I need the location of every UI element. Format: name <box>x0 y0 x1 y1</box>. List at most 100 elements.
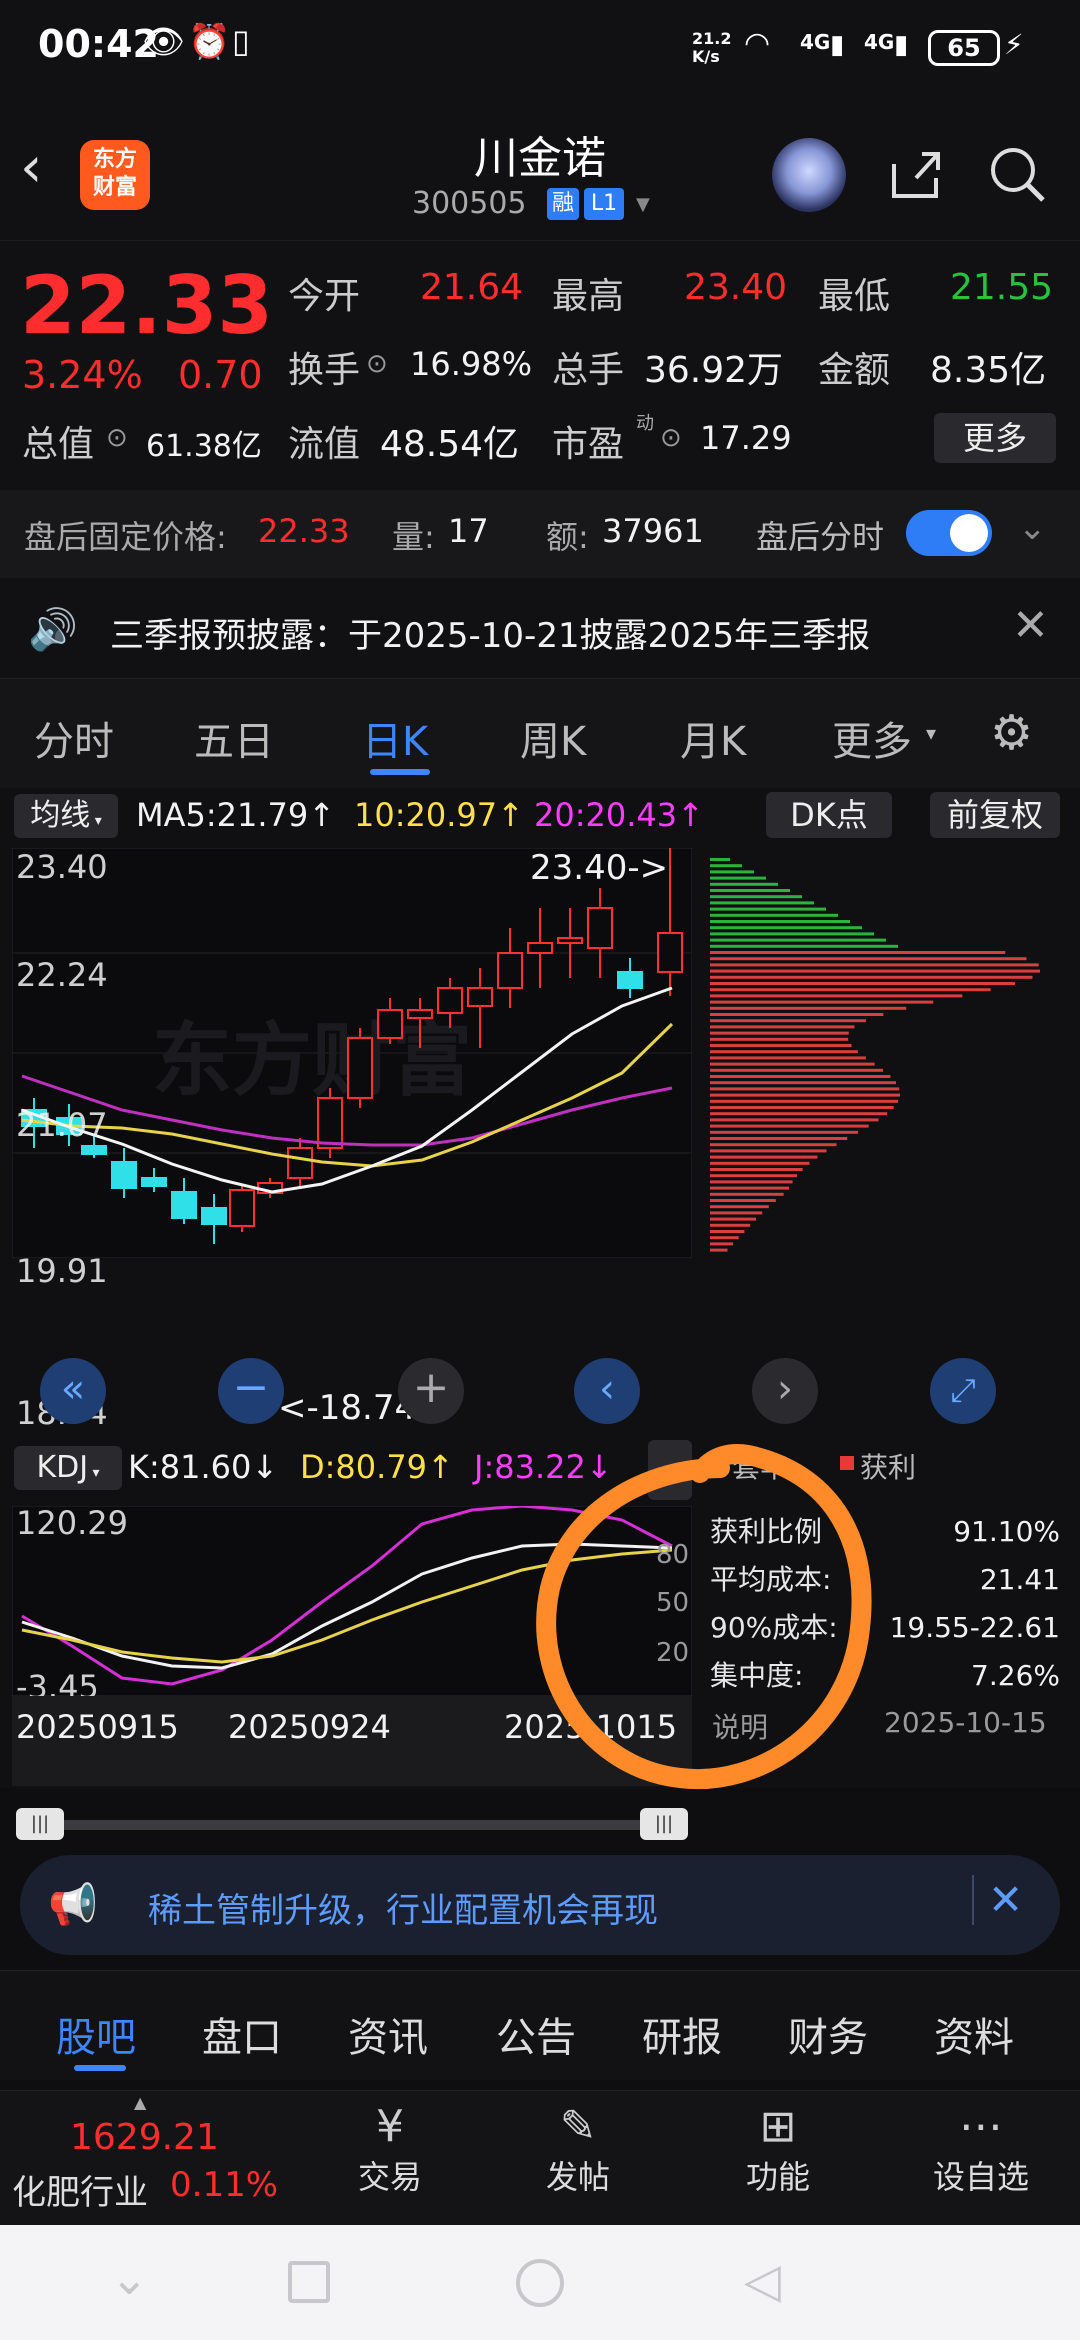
chip-bar <box>710 1155 818 1159</box>
tab-finance[interactable]: 财务 <box>788 2005 868 2063</box>
back-triangle-icon[interactable]: ◁ <box>744 2253 781 2309</box>
tab-forum[interactable]: 股吧 <box>56 2005 136 2063</box>
candle-body <box>527 942 553 954</box>
high-value: 23.40 <box>684 267 788 308</box>
share-icon[interactable] <box>886 144 946 204</box>
info-icon[interactable]: ⊙ <box>106 423 128 453</box>
tab-announcements[interactable]: 公告 <box>496 2005 576 2063</box>
x-label-2: 20250924 <box>228 1708 391 1746</box>
candle-body <box>617 971 643 989</box>
candle-body <box>497 952 523 989</box>
promo-banner[interactable]: 📢 稀土管制升级，行业配置机会再现 ✕ <box>20 1855 1060 1955</box>
chip-date: 2025-10-15 <box>884 1706 1047 1739</box>
notice-bar[interactable]: 🔊 三季报预披露：于2025-10-21披露2025年三季报 ✕ <box>0 578 1080 678</box>
chip-stat-value: 19.55-22.61 <box>889 1611 1060 1644</box>
gear-icon[interactable]: ⚙ <box>990 705 1033 761</box>
chip-bar <box>710 969 1040 973</box>
chevron-down-icon[interactable]: ⌄ <box>1018 508 1047 548</box>
kdj-d-value: D:80.79↑ <box>300 1448 454 1486</box>
tab-order-book[interactable]: 盘口 <box>202 2005 282 2063</box>
promo-text: 稀土管制升级，行业配置机会再现 <box>148 1891 658 1931</box>
chip-bar <box>710 1118 879 1122</box>
chip-bar <box>710 982 1015 985</box>
zoom-out-icon[interactable]: − <box>218 1358 284 1424</box>
candle-body <box>317 1097 343 1149</box>
content-tabs: 股吧 盘口 资讯 公告 研报 财务 资料 <box>0 1970 1080 2080</box>
ma-selector[interactable]: 均线 ▾ <box>14 794 118 838</box>
tab-monthly-k[interactable]: 月K <box>680 709 746 767</box>
y-label-top: 23.40 <box>16 848 108 886</box>
range-handle-left[interactable]: ||| <box>16 1808 64 1840</box>
divider <box>972 1875 974 1925</box>
stock-name: 川金诺 <box>474 133 606 184</box>
close-icon[interactable]: ✕ <box>988 1875 1023 1924</box>
chip-bar <box>710 951 1006 954</box>
chip-bar <box>710 1161 810 1165</box>
open-label: 今开 <box>288 276 361 317</box>
home-icon[interactable] <box>516 2259 564 2307</box>
chip-bar <box>710 1081 896 1085</box>
tab-weekly-k[interactable]: 周K <box>520 709 586 767</box>
adjust-mode-button[interactable]: 前复权 <box>930 792 1060 838</box>
signal-1-label: 4G <box>800 30 831 54</box>
tab-indicator <box>370 769 430 775</box>
scroll-left-fast-icon[interactable]: « <box>40 1358 106 1424</box>
edit-icon: ✎ <box>559 2101 597 2152</box>
trade-button[interactable]: ¥ 交易 <box>330 2101 450 2198</box>
scroll-left-icon[interactable]: ‹ <box>574 1358 640 1424</box>
dk-point-button[interactable]: DK点 <box>766 792 892 838</box>
search-icon[interactable] <box>985 142 1049 206</box>
after-timeshare-toggle[interactable] <box>906 510 992 556</box>
after-price-label: 盘后固定价格: <box>24 518 227 556</box>
tab-research[interactable]: 研报 <box>642 2005 722 2063</box>
candle-body <box>201 1207 227 1225</box>
fullscreen-icon[interactable]: ⤢ <box>930 1358 996 1424</box>
chip-bar <box>710 1205 769 1209</box>
turnover-label: 换手 <box>288 350 361 391</box>
chip-bar <box>710 864 742 868</box>
app-logo[interactable]: 东方 财富 <box>80 140 150 210</box>
robot-assistant-icon[interactable] <box>772 138 846 212</box>
after-timeshare-label: 盘后分时 <box>756 518 885 556</box>
candle-body <box>229 1189 255 1227</box>
tab-more[interactable]: 更多 <box>832 709 912 767</box>
charging-icon: ⚡ <box>1004 28 1024 61</box>
close-icon[interactable]: ✕ <box>1012 600 1049 651</box>
candle-body <box>347 1037 373 1099</box>
caret-up-icon: ▲ <box>134 2093 147 2112</box>
watermark: 东方财富 <box>152 1016 472 1105</box>
amount-label: 金额 <box>818 350 891 391</box>
info-icon[interactable]: ⊙ <box>366 349 388 379</box>
chevron-down-icon[interactable]: ⌄ <box>110 2251 149 2305</box>
back-icon[interactable]: ‹ <box>20 140 42 196</box>
chip-stat-value: 21.41 <box>979 1563 1060 1596</box>
add-watchlist-button[interactable]: ⋯ 设自选 <box>916 2101 1046 2198</box>
dropdown-icon[interactable]: ▼ <box>636 194 650 215</box>
chip-bar <box>710 1223 751 1227</box>
scroll-right-icon[interactable]: › <box>752 1358 818 1424</box>
tab-news[interactable]: 资讯 <box>348 2005 428 2063</box>
chip-bar <box>710 963 1039 967</box>
tab-daily-k[interactable]: 日K <box>362 709 428 767</box>
functions-button[interactable]: ⊞ 功能 <box>718 2101 838 2198</box>
tab-five-day[interactable]: 五日 <box>194 709 274 767</box>
chip-bar <box>710 1130 859 1134</box>
chip-bar <box>710 1056 866 1060</box>
post-button[interactable]: ✎ 发帖 <box>518 2101 638 2198</box>
chip-bar <box>710 1106 894 1109</box>
zoom-in-icon[interactable]: + <box>398 1358 464 1424</box>
chip-bar <box>710 907 826 911</box>
recents-icon[interactable] <box>288 2261 330 2303</box>
alarm-icon: ⏰ <box>188 22 231 62</box>
kline-chart[interactable]: 东方财富 <box>12 848 692 1258</box>
after-price: 22.33 <box>258 512 350 550</box>
chip-bar <box>710 882 778 886</box>
indicator-selector[interactable]: KDJ ▾ <box>14 1446 122 1490</box>
info-icon[interactable]: ⊙ <box>660 423 682 453</box>
tab-timeshare[interactable]: 分时 <box>34 709 114 767</box>
industry-index[interactable]: ▲ 1629.21 化肥行业 0.11% <box>10 2091 280 2221</box>
range-handle-right[interactable]: ||| <box>640 1808 688 1840</box>
more-quote-button[interactable]: 更多 <box>934 413 1056 463</box>
tab-profile[interactable]: 资料 <box>934 2005 1014 2063</box>
chip-bar <box>710 1230 745 1233</box>
